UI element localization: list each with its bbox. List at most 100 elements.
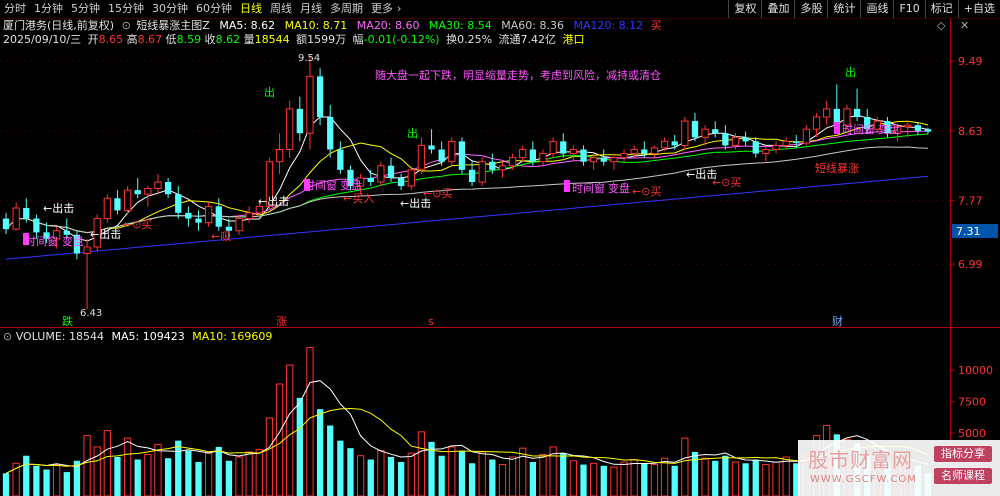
volume-bar — [215, 446, 222, 496]
candle-body — [428, 145, 435, 150]
volume-tick-label: 5000 — [958, 427, 986, 440]
stock-chart[interactable]: 9.49 8.63 7.77 6.99 10000 7500 5000 随大盘一起下跌，明显… — [0, 0, 1000, 496]
candle-body — [610, 157, 618, 163]
volume-bar — [134, 459, 141, 496]
buy-circle-label: ←⊙买 — [123, 218, 152, 231]
volume-bar — [337, 440, 344, 496]
volume-bar — [114, 456, 121, 496]
volume-bar — [630, 459, 638, 496]
volume-bar — [327, 425, 334, 496]
candle-body — [296, 108, 303, 134]
ma10-line — [5, 120, 929, 234]
time-window-label: 时间窗 — [25, 234, 58, 248]
candle-body — [782, 140, 790, 146]
volume-bar — [144, 453, 152, 496]
volume-bar — [650, 464, 659, 496]
bottom-s-label: s — [428, 315, 434, 328]
candle-body — [823, 108, 831, 118]
chu-label: 出 — [845, 65, 856, 79]
candle-body — [448, 140, 456, 163]
buy-circle-label: ←⊙买 — [423, 187, 452, 200]
volume-bar — [660, 457, 669, 496]
volume-bar — [438, 455, 445, 496]
signal-marker — [564, 180, 570, 192]
volume-bar — [772, 461, 780, 496]
candle-body — [712, 129, 719, 134]
volume-bar — [43, 469, 50, 496]
candle-body — [215, 206, 222, 227]
candle-body — [731, 136, 740, 146]
price-tick-label: 6.99 — [958, 258, 983, 271]
candle-body — [245, 212, 253, 220]
volume-bar — [407, 452, 415, 496]
candle-body — [175, 194, 182, 213]
volume-bar — [478, 451, 486, 496]
volume-bar — [398, 462, 405, 496]
candlesticks — [2, 56, 932, 310]
candle-body — [630, 149, 638, 155]
candle-body — [590, 157, 598, 163]
volume-bar — [356, 455, 365, 496]
candle-body — [458, 141, 466, 170]
candle-body — [569, 149, 578, 155]
volume-bar — [33, 465, 40, 496]
volume-bar — [235, 456, 243, 496]
volume-bar — [306, 347, 314, 496]
bianpan-label: 变盘 — [340, 178, 362, 192]
time-window-label: 时间窗 — [842, 122, 875, 136]
candle-body — [812, 116, 821, 130]
chu-label: 出 — [407, 126, 418, 140]
volume-bar — [610, 466, 618, 496]
buy-in-label: ←买入 — [343, 192, 374, 205]
candle-body — [154, 181, 162, 189]
volume-bar — [620, 461, 628, 496]
volume-bar — [367, 459, 374, 496]
volume-bar — [731, 461, 740, 496]
candle-body — [701, 128, 709, 138]
volume-bar — [782, 456, 790, 496]
candle-body — [671, 141, 678, 146]
candle-body — [793, 141, 800, 143]
candle-body — [387, 165, 395, 178]
volume-bar — [417, 431, 426, 496]
short-surge-label: 短线暴涨 — [815, 161, 859, 175]
volume-bar — [569, 460, 578, 496]
volume-tick-label: 10000 — [958, 364, 993, 377]
candle-body — [164, 182, 172, 195]
chuji-label: ←出击 — [90, 227, 121, 241]
moving-average-lines — [5, 114, 929, 260]
volume-bar — [265, 417, 274, 496]
candle-body — [134, 190, 141, 195]
volume-bar — [164, 458, 172, 496]
volume-bar — [752, 459, 759, 496]
candle-body — [722, 133, 729, 146]
candle-body — [560, 141, 567, 154]
volume-bar — [123, 437, 132, 496]
candle-body — [144, 188, 152, 195]
candle-body — [327, 117, 334, 150]
candle-body — [407, 169, 415, 187]
volume-bars — [2, 347, 932, 496]
candle-body — [641, 149, 648, 154]
candle-body — [772, 144, 780, 150]
candle-body — [904, 124, 912, 128]
volume-bar — [762, 464, 770, 496]
candle-body — [204, 205, 213, 224]
candle-body — [478, 161, 486, 183]
volume-bar — [347, 448, 354, 496]
volume-bar — [468, 463, 476, 496]
candle-body — [924, 129, 932, 132]
volume-bar — [701, 457, 709, 496]
price-tick-label: 9.49 — [958, 55, 983, 68]
bianpan-label: 变盘 — [878, 122, 900, 136]
watermark-tag: 指标分享 — [934, 446, 992, 462]
candle-body — [580, 149, 587, 162]
volume-bar — [529, 462, 536, 496]
candle-body — [620, 153, 628, 159]
bianpan-label: 变盘 — [62, 234, 84, 248]
candle-body — [123, 189, 132, 211]
volume-bar — [185, 450, 192, 496]
price-tick-label: 8.63 — [958, 125, 983, 138]
volume-bar — [53, 464, 61, 496]
volume-bar — [498, 464, 507, 496]
